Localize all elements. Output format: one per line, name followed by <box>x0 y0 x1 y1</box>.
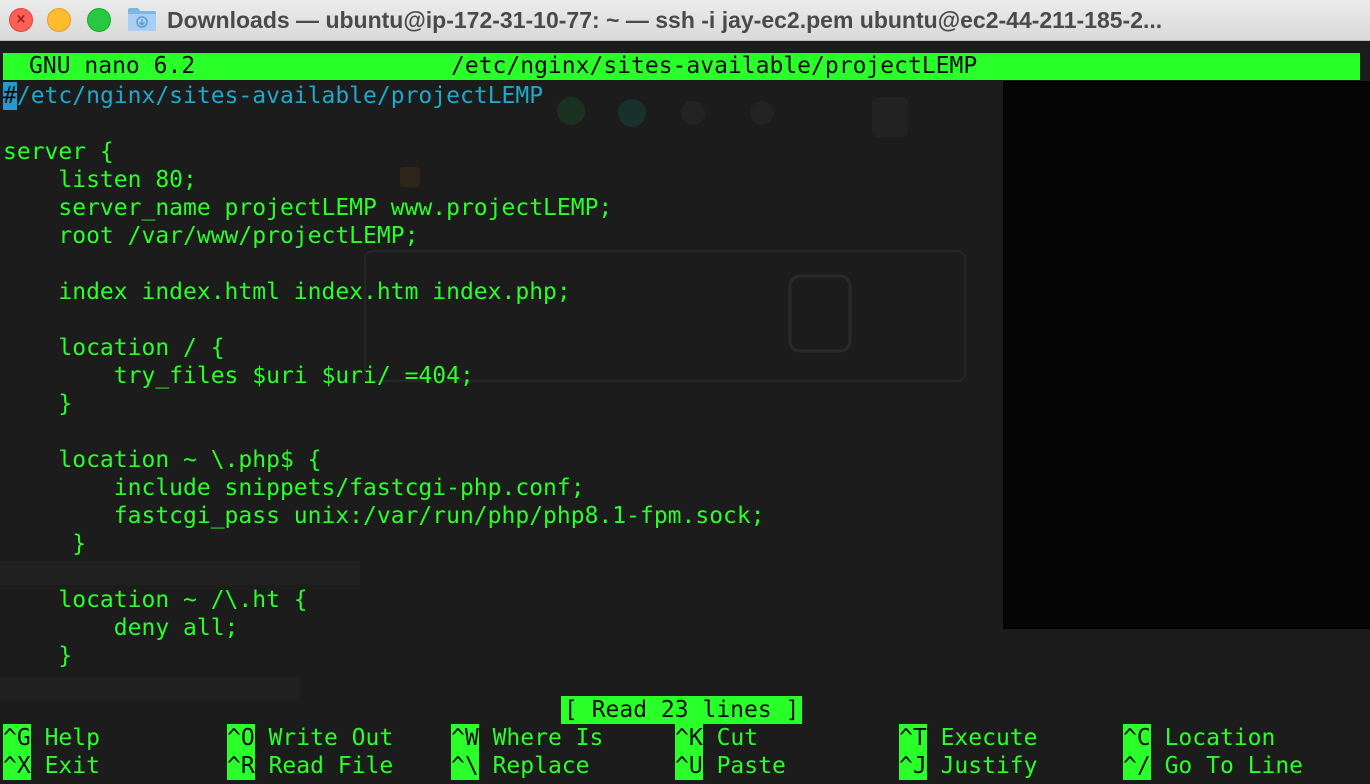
minimize-button[interactable] <box>47 8 71 32</box>
editor-line[interactable]: } <box>3 530 86 558</box>
shortcut-key: ^U <box>675 752 703 780</box>
editor-line[interactable]: } <box>3 390 72 418</box>
shortcut-help[interactable]: ^G Help <box>3 724 100 752</box>
shortcut-label: Go To Line <box>1164 753 1304 779</box>
shortcut-location[interactable]: ^C Location <box>1123 724 1275 752</box>
editor-line[interactable]: root /var/www/projectLEMP; <box>3 222 418 250</box>
editor-line[interactable]: include snippets/fastcgi-php.conf; <box>3 474 585 502</box>
shortcut-label: Location <box>1164 725 1276 751</box>
shortcut-go-to-line[interactable]: ^/ Go To Line <box>1123 752 1303 780</box>
editor-line[interactable]: location / { <box>3 334 224 362</box>
shortcut-key: ^C <box>1123 724 1151 752</box>
close-icon: × <box>15 12 27 27</box>
editor-line-1[interactable]: #/etc/nginx/sites-available/projectLEMP <box>3 82 543 110</box>
shortcut-paste[interactable]: ^U Paste <box>675 752 786 780</box>
shortcut-label: Cut <box>716 725 759 751</box>
editor-line[interactable]: location ~ \.php$ { <box>3 446 321 474</box>
shortcut-key: ^K <box>675 724 703 752</box>
shortcut-key: ^/ <box>1123 752 1151 780</box>
shortcut-key: ^G <box>3 724 31 752</box>
shortcut-label: Execute <box>940 725 1038 751</box>
shortcut-key: ^T <box>899 724 927 752</box>
editor-line[interactable]: location ~ /\.ht { <box>3 586 307 614</box>
background-dark-panel <box>1003 81 1370 629</box>
shortcut-exit[interactable]: ^X Exit <box>3 752 100 780</box>
editor-line[interactable]: fastcgi_pass unix:/var/run/php/php8.1-fp… <box>3 502 765 530</box>
shortcut-label: Paste <box>716 753 786 779</box>
editor-line[interactable]: try_files $uri $uri/ =404; <box>3 362 474 390</box>
comment-path: /etc/nginx/sites-available/projectLEMP <box>16 83 544 109</box>
terminal-window: × Downloads — ubuntu@ip-172-31-10-77: ~ … <box>0 0 1370 784</box>
shortcut-write-out[interactable]: ^O Write Out <box>227 724 393 752</box>
shortcut-cut[interactable]: ^K Cut <box>675 724 758 752</box>
shortcut-label: Where Is <box>492 725 604 751</box>
folder-icon <box>128 8 156 31</box>
window-title: Downloads — ubuntu@ip-172-31-10-77: ~ — … <box>167 7 1163 33</box>
editor-line[interactable]: server { <box>3 138 114 166</box>
shortcut-key: ^O <box>227 724 255 752</box>
shortcut-label: Justify <box>940 753 1038 779</box>
shortcut-replace[interactable]: ^\ Replace <box>451 752 590 780</box>
nano-header: GNU nano 6.2 /etc/nginx/sites-available/… <box>3 53 1360 80</box>
editor-line[interactable]: index index.html index.htm index.php; <box>3 278 570 306</box>
editor-line[interactable]: } <box>3 642 72 670</box>
shortcut-where-is[interactable]: ^W Where Is <box>451 724 603 752</box>
shortcut-execute[interactable]: ^T Execute <box>899 724 1038 752</box>
nano-file-path: /etc/nginx/sites-available/projectLEMP <box>451 53 978 79</box>
shortcut-justify[interactable]: ^J Justify <box>899 752 1038 780</box>
shortcut-read-file[interactable]: ^R Read File <box>227 752 393 780</box>
shortcut-key: ^X <box>3 752 31 780</box>
shortcut-label: Write Out <box>268 725 394 751</box>
editor-line[interactable]: listen 80; <box>3 166 197 194</box>
shortcut-key: ^\ <box>451 752 479 780</box>
nano-version: GNU nano 6.2 <box>29 53 196 79</box>
shortcut-label: Read File <box>268 753 394 779</box>
shortcut-label: Exit <box>44 753 100 779</box>
shortcut-label: Replace <box>492 753 590 779</box>
text-cursor: # <box>3 82 17 110</box>
shortcut-key: ^W <box>451 724 479 752</box>
close-button[interactable]: × <box>9 8 33 32</box>
maximize-button[interactable] <box>87 8 111 32</box>
shortcut-key: ^J <box>899 752 927 780</box>
shortcut-key: ^R <box>227 752 255 780</box>
terminal-area[interactable]: GNU nano 6.2 /etc/nginx/sites-available/… <box>0 41 1370 784</box>
status-message: [ Read 23 lines ] <box>561 696 803 724</box>
editor-line[interactable]: deny all; <box>3 614 239 642</box>
window-titlebar: × Downloads — ubuntu@ip-172-31-10-77: ~ … <box>0 0 1370 41</box>
shortcut-label: Help <box>44 725 100 751</box>
editor-line[interactable]: server_name projectLEMP www.projectLEMP; <box>3 194 612 222</box>
